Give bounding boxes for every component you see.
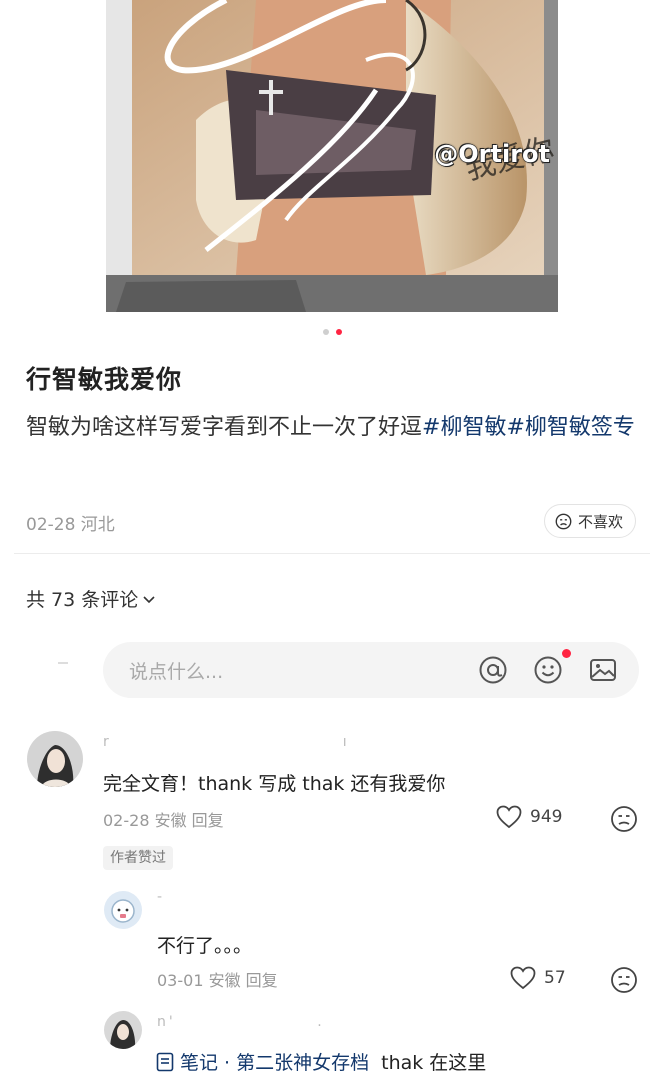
photo-watermark: @Ortirot (434, 140, 551, 169)
post-body-text: 智敏为啥这样写爱字看到不止一次了好逗 (26, 415, 423, 440)
comment-meta[interactable]: 02-28 安徽 回复 (103, 807, 224, 831)
dislike-face-icon (555, 513, 572, 529)
avatar-placeholder (58, 662, 68, 664)
sad-face-icon[interactable] (610, 966, 638, 994)
avatar-image (27, 731, 83, 787)
avatar[interactable] (104, 1011, 142, 1049)
dislike-label: 不喜欢 (577, 512, 623, 531)
author-liked-badge: 作者赞过 (103, 846, 173, 870)
avatar-image (104, 1011, 142, 1049)
hashtag-link-1[interactable]: #柳智敏 (422, 415, 506, 440)
dislike-button[interactable]: 不喜欢 (543, 504, 636, 538)
comment-input-placeholder: 说点什么... (129, 661, 224, 683)
image-icon[interactable] (587, 654, 619, 686)
avatar[interactable] (27, 731, 83, 787)
carousel-indicator (0, 329, 664, 335)
like-button[interactable]: 949 (496, 805, 562, 829)
sad-face-icon[interactable] (610, 805, 638, 833)
post-body: 智敏为啥这样写爱字看到不止一次了好逗#柳智敏#柳智敏签专 (26, 408, 636, 448)
comment-count[interactable]: 共 73 条评论 (26, 585, 156, 612)
avatar[interactable] (104, 891, 142, 929)
username-redacted: n' . (157, 1014, 325, 1030)
emoji-icon[interactable] (532, 654, 564, 686)
comment-count-label: 共 73 条评论 (26, 589, 139, 611)
username-redacted: - (157, 889, 166, 905)
heart-icon (496, 805, 522, 829)
notification-dot (562, 649, 571, 658)
note-reference[interactable]: 笔记 · 第二张神女存档 thak 在这里 (156, 1048, 486, 1075)
hashtag-link-2[interactable]: #柳智敏签专 (506, 415, 634, 440)
comment-text: 完全文育！thank 写成 thak 还有我爱你 (103, 773, 446, 795)
like-button[interactable]: 57 (510, 966, 566, 990)
at-icon[interactable] (477, 654, 509, 686)
divider (14, 553, 650, 554)
like-count: 57 (544, 968, 566, 988)
comment-input[interactable]: 说点什么... (103, 642, 639, 698)
comment-text: thak 在这里 (381, 1052, 487, 1074)
comment-text: 不行了。。。 (157, 935, 253, 957)
carousel-dot-1[interactable] (322, 329, 329, 335)
carousel-dot-2[interactable] (335, 329, 342, 335)
avatar-image (104, 891, 142, 929)
like-count: 949 (530, 807, 563, 827)
post-date-location: 02-28 河北 (26, 515, 115, 535)
post-photo[interactable]: 我爱你 @Ortirot (106, 0, 558, 312)
heart-icon (510, 966, 536, 990)
note-reference-label[interactable]: 笔记 · 第二张神女存档 (180, 1048, 369, 1075)
comment-meta[interactable]: 03-01 安徽 回复 (157, 967, 278, 991)
note-icon (156, 1052, 174, 1071)
post-title: 行智敏我爱你 (26, 365, 183, 394)
username-redacted: r ı (103, 734, 350, 750)
chevron-down-icon (143, 595, 155, 603)
